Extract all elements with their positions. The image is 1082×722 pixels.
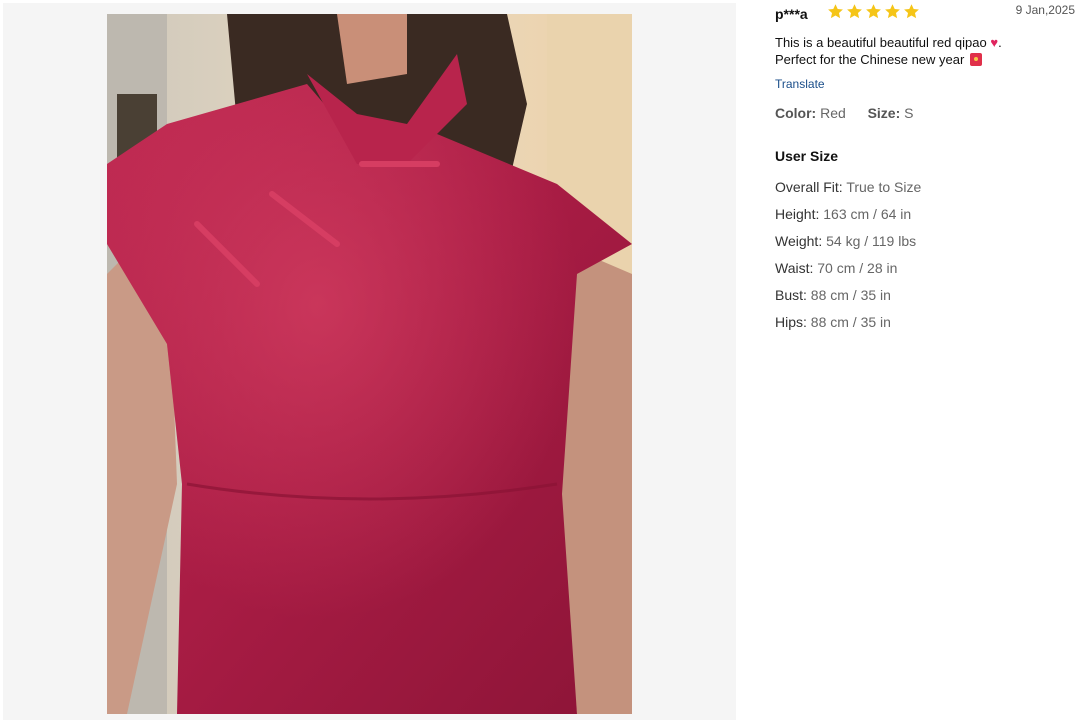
review-photo[interactable] [107,14,632,714]
star-icon [828,4,843,19]
star-icon [885,4,900,19]
size-row-value: 70 cm / 28 in [817,260,898,276]
review-text: This is a beautiful beautiful red qipao … [775,34,1075,68]
size-row-value: 88 cm / 35 in [810,314,891,330]
star-icon [904,4,919,19]
size-row-label: Overall Fit: [775,179,843,195]
size-row-value: 163 cm / 64 in [823,206,912,222]
size-row-label: Waist: [775,260,814,276]
red-envelope-icon [969,53,982,66]
size-row-bust: Bust: 88 cm / 35 in [775,282,921,309]
reviewer-name: p***a [775,6,808,22]
translate-link[interactable]: Translate [775,77,825,91]
color-value: Red [820,105,846,121]
heart-icon: ♥ [990,35,999,50]
review-image-panel [3,3,736,720]
review-photo-illustration [107,14,632,714]
review-details: p***a 9 Jan,2025 This is a beautiful bea… [775,0,1075,722]
size-value: S [904,105,914,121]
user-size-title: User Size [775,148,839,164]
size-row-weight: Weight: 54 kg / 119 lbs [775,228,921,255]
size-label: Size: [867,105,901,121]
review-text-line1: This is a beautiful beautiful red qipao [775,35,991,50]
review-text-line2: Perfect for the Chinese new year [775,52,968,67]
size-row-value: 88 cm / 35 in [810,287,891,303]
size-row-label: Weight: [775,233,823,249]
review-text-line1-end: . [998,35,1002,50]
size-row-value: 54 kg / 119 lbs [826,233,917,249]
size-row-label: Height: [775,206,820,222]
color-label: Color: [775,105,817,121]
user-size-list: Overall Fit: True to Size Height: 163 cm… [775,174,921,336]
star-rating [827,3,920,20]
size-row-height: Height: 163 cm / 64 in [775,201,921,228]
size-row-label: Hips: [775,314,807,330]
review-date: 9 Jan,2025 [1015,3,1075,17]
size-row-hips: Hips: 88 cm / 35 in [775,309,921,336]
star-icon [847,4,862,19]
size-row-waist: Waist: 70 cm / 28 in [775,255,921,282]
size-row-value: True to Size [846,179,922,195]
star-icon [866,4,881,19]
size-row-overall-fit: Overall Fit: True to Size [775,174,921,201]
size-row-label: Bust: [775,287,807,303]
purchase-attributes: Color: Red Size: S [775,105,914,121]
